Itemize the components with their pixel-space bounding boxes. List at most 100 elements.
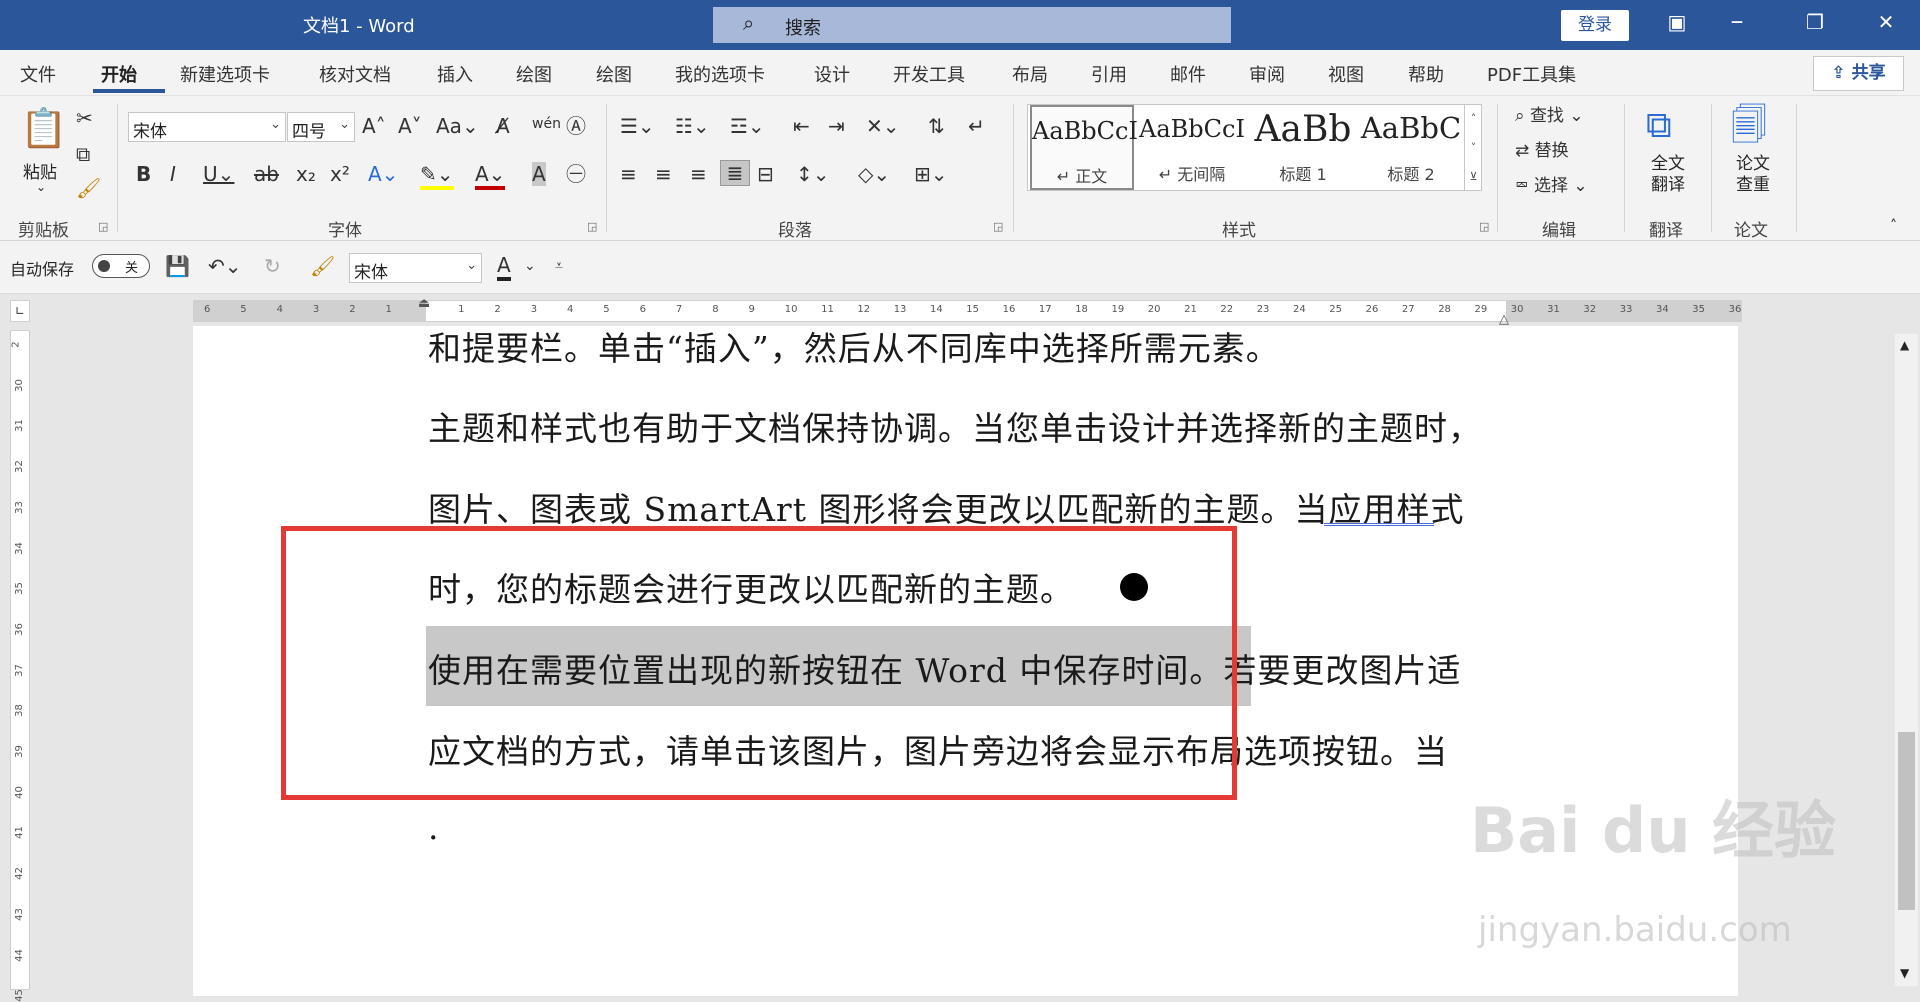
numbering-icon[interactable]: ☷⌄ — [675, 114, 710, 138]
cut-icon[interactable]: ✂ — [76, 106, 93, 130]
find-button[interactable]: ⌕ 查找 ⌄ — [1515, 104, 1584, 128]
replace-button[interactable]: ⇄ 替换 — [1515, 139, 1569, 163]
format-painter-icon[interactable]: 🖌 — [76, 176, 101, 200]
align-center-icon[interactable]: ≡ — [655, 162, 672, 186]
scroll-up-icon[interactable]: ▲ — [1900, 338, 1909, 352]
tab-file[interactable]: 文件 — [20, 61, 56, 87]
line-spacing-icon[interactable]: ↕⌄ — [796, 162, 830, 186]
tab-layout[interactable]: 布局 — [1012, 61, 1048, 87]
sort-icon[interactable]: ⇅ — [928, 114, 945, 138]
style-heading-1[interactable]: AaBb 标题 1 — [1248, 105, 1358, 190]
subscript-icon[interactable]: x₂ — [296, 162, 316, 186]
save-icon[interactable]: 💾 — [165, 254, 190, 278]
collapse-ribbon-icon[interactable]: ˄ — [1890, 218, 1897, 234]
font-color-icon[interactable]: A — [497, 253, 511, 281]
borders-icon[interactable]: ⊞⌄ — [914, 162, 948, 186]
shrink-font-icon[interactable]: A˅ — [398, 114, 422, 138]
style-normal[interactable]: AaBbCcI ↵ 正文 — [1030, 105, 1138, 190]
align-left-icon[interactable]: ≡ — [620, 162, 637, 186]
copy-icon[interactable]: ⧉ — [76, 142, 90, 166]
ribbon-display-icon[interactable]: ▣ — [1657, 10, 1697, 34]
search-box[interactable]: ⌕ 搜索 — [713, 7, 1231, 43]
tab-review-doc[interactable]: 核对文档 — [319, 61, 391, 87]
vertical-scrollbar[interactable]: ▲ ▼ — [1895, 334, 1918, 986]
doc-line[interactable]: . — [428, 808, 440, 847]
restore-icon[interactable]: ❐ — [1795, 10, 1835, 34]
tab-draw-2[interactable]: 绘图 — [596, 61, 632, 87]
shading-icon[interactable]: ◇⌄ — [858, 162, 890, 186]
chinese-layout-icon[interactable]: ✕⌄ — [866, 114, 900, 138]
tab-pdf[interactable]: PDF工具集 — [1487, 61, 1576, 87]
redo-icon[interactable]: ↻ — [264, 254, 281, 278]
grow-font-icon[interactable]: A˄ — [362, 114, 386, 138]
tab-design[interactable]: 设计 — [814, 61, 850, 87]
justify-icon[interactable]: ≣ — [720, 160, 750, 186]
increase-indent-icon[interactable]: ⇥ — [828, 114, 845, 138]
paste-icon[interactable]: 📋 — [20, 106, 67, 150]
chevron-down-icon[interactable]: ⌄ — [524, 254, 536, 278]
distributed-icon[interactable]: ⊟ — [757, 162, 774, 186]
underline-icon[interactable]: U⌄ — [203, 162, 234, 186]
decrease-indent-icon[interactable]: ⇤ — [793, 114, 810, 138]
font-launcher-icon[interactable]: ◲ — [587, 220, 597, 233]
styles-launcher-icon[interactable]: ◲ — [1479, 220, 1489, 233]
tab-references[interactable]: 引用 — [1091, 61, 1127, 87]
change-case-icon[interactable]: Aa⌄ — [436, 114, 479, 138]
paper-check-icon[interactable]: 🗐 — [1731, 104, 1767, 148]
indent-marker-icon[interactable]: ⏏ — [418, 296, 430, 311]
strikethrough-icon[interactable]: ab — [254, 162, 279, 186]
qat-font-select[interactable]: 宋体 ⌄ — [349, 253, 482, 283]
clipboard-launcher-icon[interactable]: ◲ — [98, 220, 108, 233]
login-button[interactable]: 登录 — [1561, 10, 1629, 41]
style-heading-2[interactable]: AaBbC 标题 2 — [1358, 105, 1464, 190]
tab-view[interactable]: 视图 — [1328, 61, 1364, 87]
enclose-char-icon[interactable]: ㊀ — [566, 162, 586, 186]
doc-line[interactable]: 和提要栏。单击“插入”，然后从不同库中选择所需元素。 — [428, 322, 1280, 370]
char-shading-icon[interactable]: A — [532, 162, 546, 186]
tab-insert[interactable]: 插入 — [437, 61, 473, 87]
clear-format-icon[interactable]: A̸ — [496, 114, 510, 138]
font-color-icon[interactable]: A⌄ — [475, 162, 506, 190]
tab-developer[interactable]: 开发工具 — [893, 61, 965, 87]
share-button[interactable]: ⇪ 共享 — [1813, 56, 1904, 91]
tab-new[interactable]: 新建选项卡 — [180, 61, 270, 87]
paragraph-launcher-icon[interactable]: ◲ — [993, 220, 1003, 233]
tab-home[interactable]: 开始 — [101, 61, 137, 87]
multilevel-list-icon[interactable]: ☲⌄ — [730, 114, 765, 138]
doc-line[interactable]: 图片、图表或 SmartArt 图形将会更改以匹配新的主题。当应用样式 — [428, 483, 1464, 531]
customize-qat-icon[interactable]: ⩡ — [555, 254, 563, 278]
paper-check-button[interactable]: 论文查重 — [1733, 154, 1773, 196]
format-painter-icon[interactable]: 🖌 — [310, 254, 335, 278]
doc-line[interactable]: 主题和样式也有助于文档保持协调。当您单击设计并选择新的主题时， — [428, 402, 1482, 450]
char-border-icon[interactable]: Ⓐ — [566, 114, 586, 138]
show-marks-icon[interactable]: ↵ — [968, 114, 985, 138]
scroll-thumb[interactable] — [1898, 732, 1915, 910]
highlight-icon[interactable]: ✎⌄ — [420, 162, 454, 190]
translate-icon[interactable]: ⧉ — [1646, 104, 1672, 148]
tab-draw-1[interactable]: 绘图 — [516, 61, 552, 87]
gallery-scroll[interactable]: ˄ ˅ ⊻ — [1464, 104, 1482, 191]
right-indent-icon[interactable]: △ — [1499, 312, 1509, 327]
close-icon[interactable]: ✕ — [1866, 10, 1906, 34]
tab-my[interactable]: 我的选项卡 — [675, 61, 765, 87]
paste-dropdown-icon[interactable]: ⌄ — [36, 180, 46, 194]
text-effects-icon[interactable]: A⌄ — [368, 162, 398, 186]
undo-icon[interactable]: ↶⌄ — [208, 254, 242, 278]
bullets-icon[interactable]: ☰⌄ — [620, 114, 655, 138]
italic-icon[interactable]: I — [170, 162, 176, 186]
select-button[interactable]: ⮹ 选择 ⌄ — [1515, 174, 1588, 198]
scroll-down-icon[interactable]: ▼ — [1900, 966, 1909, 980]
vertical-ruler[interactable]: 2 30 31 32 33 34 35 36 37 38 39 40 41 42 43 44 45 — [10, 330, 30, 1002]
font-name-select[interactable]: 宋体 ⌄ — [128, 112, 286, 142]
superscript-icon[interactable]: x² — [330, 162, 350, 186]
chevron-down-icon[interactable]: ˅ — [1465, 133, 1482, 162]
align-right-icon[interactable]: ≡ — [690, 162, 707, 186]
tab-review[interactable]: 审阅 — [1249, 61, 1285, 87]
gallery-more-icon[interactable]: ⊻ — [1465, 162, 1482, 191]
minimize-icon[interactable]: – — [1717, 6, 1757, 36]
bold-icon[interactable]: B — [136, 162, 151, 186]
translate-button[interactable]: 全文翻译 — [1648, 154, 1688, 196]
tab-help[interactable]: 帮助 — [1408, 61, 1444, 87]
font-size-select[interactable]: 四号 ⌄ — [287, 112, 355, 142]
chevron-up-icon[interactable]: ˄ — [1465, 104, 1482, 133]
